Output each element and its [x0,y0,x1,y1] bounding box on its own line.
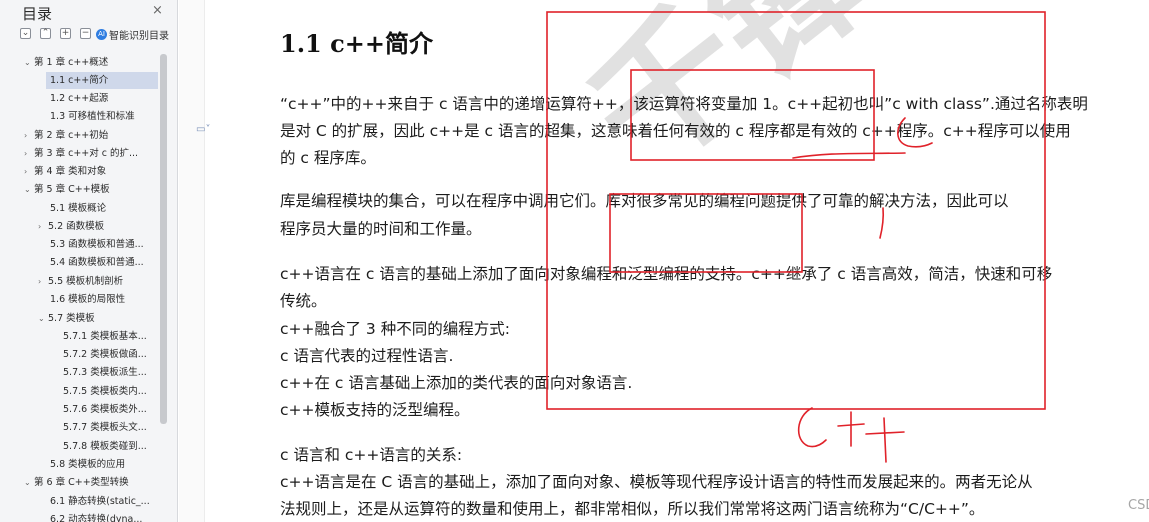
toc-item-label: 1.2 c++起源 [50,93,109,104]
toc-item-label: 5.1 模板概论 [50,203,107,214]
toc-item-label: 5.7.3 类模板派生... [63,367,147,378]
toc-item-5-7-6[interactable]: 5.7.6 类模板类外... [63,401,160,418]
toc-item-label: 5.4 函数模板和普通... [50,257,144,268]
expand-all-icon[interactable]: ⌃ [40,28,51,39]
toc-item-chapter-4[interactable]: › 第 4 章 类和对象 [24,163,160,180]
toc-item-6-1[interactable]: 6.1 静态转换(static_... [50,493,160,510]
toc-item-label: 第 1 章 c++概述 [34,57,109,68]
toc-item-label: 6.2 动态转换(dyna... [50,514,143,522]
paragraph-line: 是对 C 的扩展，因此 c++是 c 语言的超集，这意味着任何有效的 c 程序都… [280,122,1071,140]
toc-item-label: 1.1 c++简介 [50,75,109,86]
toc-item-5-7-1[interactable]: 5.7.1 类模板基本... [63,328,160,345]
toc-item-label: 5.7.6 类模板类外... [63,404,147,415]
toc-item-label: 5.7 类模板 [48,313,95,324]
paragraph-line: 的 c 程序库。 [280,149,376,167]
toc-item-chapter-3[interactable]: › 第 3 章 c++对 c 的扩... [24,145,160,162]
toc-item-label: 5.7.2 类模板做函... [63,349,147,360]
toc-sidebar: 目录 × ⌄ ⌃ + − AI 智能识别目录 ⌄ 第 1 章 c++概述 1.1 … [0,0,178,522]
close-icon[interactable]: × [152,3,163,18]
toc-item-chapter-1[interactable]: ⌄ 第 1 章 c++概述 [24,54,160,71]
toc-item-6-2[interactable]: 6.2 动态转换(dyna... [50,511,160,522]
paragraph-line: c++语言是在 C 语言的基础上，添加了面向对象、模板等现代程序设计语言的特性而… [280,473,1033,491]
paragraph-line: 库是编程模块的集合，可以在程序中调用它们。库对很多常见的编程问题提供了可靠的解决… [280,192,1009,210]
toc-item-label: 5.7.5 类模板类内... [63,386,147,397]
toc-item-5-7[interactable]: ⌄ 5.7 类模板 [38,310,160,327]
toc-item-label: 5.7.8 模板类碰到... [63,441,147,452]
sidebar-header: 目录 × [0,0,177,24]
toc-item-label: 5.7.1 类模板基本... [63,331,147,342]
toc-item-label: 5.7.7 类模板头文... [63,422,147,433]
toc-item-chapter-6[interactable]: ⌄ 第 6 章 C++类型转换 [24,474,160,491]
paragraph-line: c 语言和 c++语言的关系: [280,446,463,464]
chevron-down-icon[interactable]: ⌄ [24,54,34,71]
chevron-right-icon[interactable]: › [38,273,48,290]
toc-item-5-2[interactable]: › 5.2 函数模板 [38,218,160,235]
paragraph-line: c++融合了 3 种不同的编程方式: [280,320,510,338]
toc-item-5-8[interactable]: 5.8 类模板的应用 [50,456,160,473]
paragraph-line: 传统。 [280,292,327,310]
chevron-right-icon[interactable]: › [38,218,48,235]
toc-item-label: 5.5 模板机制剖析 [48,276,124,287]
toc-item-5-7-5[interactable]: 5.7.5 类模板类内... [63,383,160,400]
toc-item-label: 5.3 函数模板和普通... [50,239,144,250]
paragraph-line: c++模板支持的泛型编程。 [280,401,470,419]
toc-item-label: 6.1 静态转换(static_... [50,496,150,507]
smart-detect-toc-button[interactable]: AI 智能识别目录 [96,27,169,42]
paragraph-line: c 语言代表的过程性语言. [280,347,454,365]
sidebar-scrollbar[interactable] [160,54,167,424]
toc-item-label: 第 4 章 类和对象 [34,166,107,177]
chevron-right-icon[interactable]: › [24,127,34,144]
toc-item-label: 第 6 章 C++类型转换 [34,477,129,488]
toc-item-1-6[interactable]: 1.6 模板的局限性 [50,291,160,308]
toc-item-5-7-3[interactable]: 5.7.3 类模板派生... [63,364,160,381]
toc-item-chapter-2[interactable]: › 第 2 章 c++初始 [24,127,160,144]
chevron-down-icon[interactable]: ⌄ [38,310,48,327]
toc-item-5-4[interactable]: 5.4 函数模板和普通... [50,254,160,271]
toc-item-label: 第 2 章 c++初始 [34,130,109,141]
collapse-all-icon[interactable]: ⌄ [20,28,31,39]
chevron-down-icon[interactable]: ⌄ [24,474,34,491]
toc-item-label: 第 5 章 C++模板 [34,184,110,195]
add-item-icon[interactable]: + [60,28,71,39]
toc-item-label: 1.3 可移植性和标准 [50,111,135,122]
ai-icon: AI [96,29,107,40]
toc-item-5-7-2[interactable]: 5.7.2 类模板做函... [63,346,160,363]
toc-item-label: 5.8 类模板的应用 [50,459,126,470]
toc-item-5-3[interactable]: 5.3 函数模板和普通... [50,236,160,253]
page-title: 1.1 c++简介 [280,29,433,58]
chevron-down-icon[interactable]: ⌄ [24,181,34,198]
paragraph-line: c++在 c 语言基础上添加的类代表的面向对象语言. [280,374,633,392]
paragraph-line: 程序员大量的时间和工作量。 [280,220,482,238]
toc-item-5-1[interactable]: 5.1 模板概论 [50,200,160,217]
toc-item-5-7-7[interactable]: 5.7.7 类模板头文... [63,419,160,436]
toc-item-chapter-5[interactable]: ⌄ 第 5 章 C++模板 [24,181,160,198]
smart-detect-label: 智能识别目录 [109,31,169,42]
toc-item-5-7-8[interactable]: 5.7.8 模板类碰到... [63,438,160,455]
csdn-watermark: CSDN @知识分享小能手 [1128,498,1149,513]
remove-item-icon[interactable]: − [80,28,91,39]
toc-item-1-3[interactable]: 1.3 可移植性和标准 [50,108,160,125]
toc-item-label: 第 3 章 c++对 c 的扩... [34,148,139,159]
paragraph-line: c++语言在 c 语言的基础上添加了面向对象编程和泛型编程的支持。c++继承了 … [280,265,1053,283]
chevron-right-icon[interactable]: › [24,145,34,162]
document-page: 千锋教育 1.1 c++简介 “c++”中的++来自于 c 语言中的递增运算符+… [206,0,1149,522]
sidebar-title: 目录 [22,5,53,23]
chevron-right-icon[interactable]: › [24,163,34,180]
toc-item-5-5[interactable]: › 5.5 模板机制剖析 [38,273,160,290]
toc-item-label: 5.2 函数模板 [48,221,105,232]
toc-item-1-2[interactable]: 1.2 c++起源 [50,90,160,107]
toc-item-label: 1.6 模板的局限性 [50,294,126,305]
paragraph-line: “c++”中的++来自于 c 语言中的递增运算符++，该运算符将变量加 1。c+… [280,95,1088,113]
paragraph-line: 法规则上，还是从运算符的数量和使用上，都非常相似，所以我们常常将这两门语言统称为… [280,500,985,518]
sidebar-toolbar: ⌄ ⌃ + − AI 智能识别目录 [0,24,177,44]
toc-item-1-1[interactable]: 1.1 c++简介 [46,72,158,89]
page-gutter [179,0,205,522]
